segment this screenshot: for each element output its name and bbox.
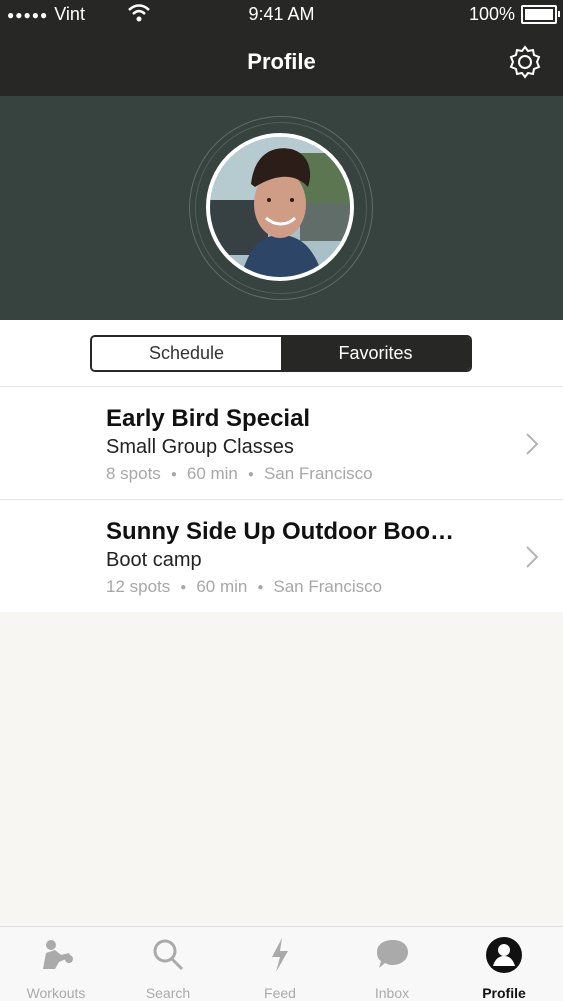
separator-dot: ● [247, 468, 254, 480]
profile-icon [486, 937, 522, 973]
class-duration: 60 min [186, 464, 238, 483]
favorite-classes-list: Early Bird Special Small Group Classes 8… [0, 386, 563, 612]
tab-label: Profile [482, 985, 526, 1001]
search-icon [153, 939, 184, 971]
class-details: 8 spots ● 60 min ● San Francisco [106, 464, 373, 484]
battery-percentage: 100% [468, 4, 515, 24]
battery-icon [521, 5, 560, 24]
spot-count: 8 spots [106, 464, 161, 483]
chevron-right-icon [526, 433, 539, 455]
bottom-tab-bar: Workouts Search Feed Inbox Profile [0, 926, 563, 1001]
tab-label: Inbox [374, 985, 410, 1001]
tab-profile[interactable]: Profile [448, 935, 560, 1001]
profile-header [0, 96, 563, 320]
battery-status: 100% [468, 4, 560, 25]
workouts-icon [43, 940, 73, 969]
class-title: Sunny Side Up Outdoor Boo… [106, 518, 454, 545]
tab-search[interactable]: Search [112, 935, 224, 1001]
tab-feed[interactable]: Feed [224, 935, 336, 1001]
class-row[interactable]: Sunny Side Up Outdoor Boo… Boot camp 12 … [0, 499, 563, 612]
separator-dot: ● [257, 581, 264, 593]
class-location: San Francisco [273, 577, 383, 596]
class-type: Boot camp [106, 549, 202, 571]
class-location: San Francisco [263, 464, 373, 483]
profile-photo [210, 137, 350, 277]
navigation-bar: Profile [0, 30, 563, 96]
class-details: 12 spots ● 60 min ● San Francisco [106, 577, 382, 597]
settings-gear-icon[interactable] [507, 44, 543, 80]
tab-workouts[interactable]: Workouts [0, 935, 112, 1001]
status-bar: ●●●●● Vint 9:41 AM 100% [0, 0, 563, 30]
profile-avatar[interactable] [206, 133, 354, 281]
class-row[interactable]: Early Bird Special Small Group Classes 8… [0, 387, 563, 499]
spot-count: 12 spots [106, 577, 171, 596]
segment-schedule[interactable]: Schedule [92, 337, 281, 370]
separator-dot: ● [170, 468, 177, 480]
lightning-icon [272, 938, 288, 972]
tab-label: Search [145, 985, 191, 1001]
page-title: Profile [247, 49, 316, 74]
chevron-right-icon [526, 546, 539, 568]
tab-inbox[interactable]: Inbox [336, 935, 448, 1001]
tab-label: Feed [264, 985, 296, 1001]
tab-label: Workouts [26, 985, 86, 1001]
class-title: Early Bird Special [106, 405, 311, 432]
chat-bubble-icon [377, 940, 408, 968]
class-duration: 60 min [196, 577, 248, 596]
class-type: Small Group Classes [106, 436, 294, 458]
segment-favorites[interactable]: Favorites [281, 337, 470, 370]
separator-dot: ● [180, 581, 187, 593]
profile-tabs: Schedule Favorites [0, 320, 563, 386]
segmented-control: Schedule Favorites [90, 335, 472, 372]
